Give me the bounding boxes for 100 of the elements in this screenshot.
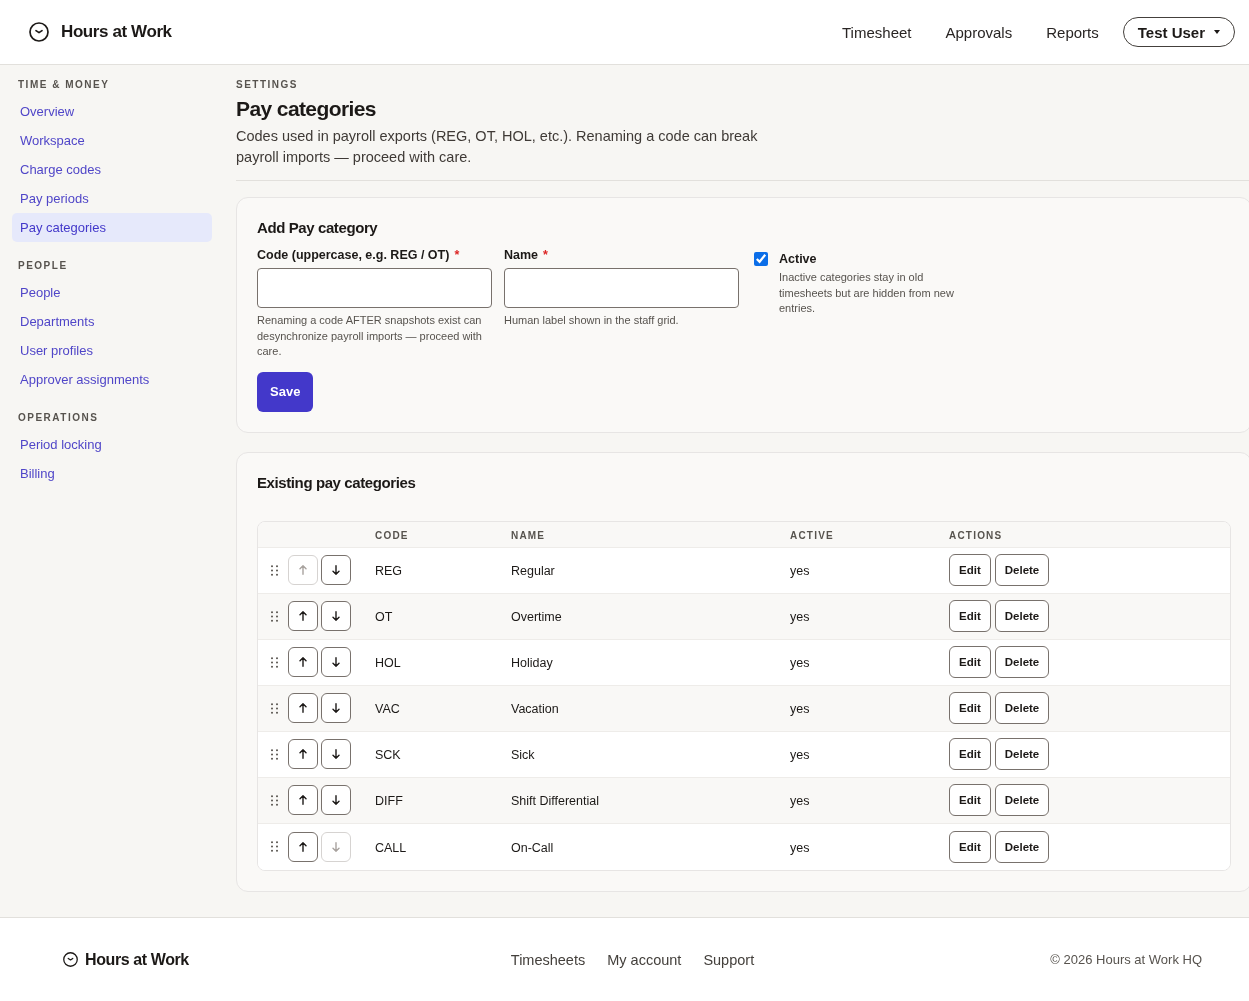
edit-button[interactable]: Edit [949,830,991,863]
arrow-down-icon [332,703,340,713]
arrow-up-icon [299,611,307,621]
sidebar-item[interactable]: Period locking [12,430,212,459]
column-header: ACTIONS [949,530,1003,541]
name-cell: Regular [511,564,555,578]
active-cell: yes [790,656,810,670]
sidebar-heading: OPERATIONS [17,411,100,425]
sidebar-item[interactable]: Billing [12,459,212,488]
active-cell: yes [790,564,810,578]
column-header: ACTIVE [790,530,834,541]
required-asterisk: * [454,248,460,262]
footer-link[interactable]: Support [703,951,755,968]
arrow-up-icon [299,703,307,713]
nav-link[interactable]: Timesheet [842,23,912,41]
delete-button[interactable]: Delete [994,784,1050,816]
input-field[interactable] [504,268,739,308]
drag-handle-icon[interactable] [271,748,278,760]
field-label: Code (uppercase, e.g. REG / OT) [257,248,450,262]
arrow-down-icon [332,749,340,759]
field-label: Name [504,248,539,262]
delete-button[interactable]: Delete [994,830,1050,863]
footer-link[interactable]: Timesheets [510,951,586,968]
drag-handle-icon[interactable] [271,794,278,806]
active-cell: yes [790,610,810,624]
edit-button[interactable]: Edit [949,784,991,816]
active-cell: yes [790,748,810,762]
move-up-button[interactable] [288,739,318,769]
sidebar-item[interactable]: Overview [12,97,212,126]
edit-button[interactable]: Edit [949,554,991,586]
move-up-button[interactable] [288,601,318,631]
delete-button[interactable]: Delete [994,738,1050,770]
sidebar-item[interactable]: Charge codes [12,155,212,184]
move-up-button[interactable] [288,785,318,815]
drag-handle-icon[interactable] [271,610,278,622]
sidebar-item[interactable]: Approver assignments [12,365,212,394]
breadcrumb-label: SETTINGS [236,78,299,92]
edit-button[interactable]: Edit [949,692,991,724]
field-hint: Renaming a code AFTER snapshots exist can desynchronize payroll imports — proceed with care. [257,313,483,359]
active-checkbox[interactable] [754,252,768,266]
name-cell: On-Call [511,840,554,855]
card-title: Add Pay category [257,218,379,238]
edit-button[interactable]: Edit [949,600,991,632]
nav-link[interactable]: Approvals [945,23,1013,41]
page-title: Pay categories [236,96,377,122]
move-down-button[interactable] [321,647,351,677]
edit-button[interactable]: Edit [949,646,991,678]
sidebar-item[interactable]: User profiles [12,336,212,365]
arrow-down-icon [332,657,340,667]
move-up-button[interactable] [288,647,318,677]
code-cell: CALL [375,840,407,855]
active-cell: yes [790,794,810,808]
column-header: NAME [511,530,546,541]
delete-button[interactable]: Delete [994,554,1050,586]
save-button[interactable]: Save [257,371,314,412]
delete-button[interactable]: Delete [994,646,1050,678]
caret-icon [1214,30,1220,34]
footer-link[interactable]: My account [607,951,682,968]
nav-link[interactable]: Reports [1046,23,1099,41]
brand-name: Hours at Work [85,950,189,969]
drag-handle-icon[interactable] [271,564,278,576]
input-field[interactable] [257,268,492,308]
card-title: Existing pay categories [257,472,417,493]
clock-icon [29,22,49,42]
delete-button[interactable]: Delete [994,692,1050,724]
arrow-up-icon [299,657,307,667]
field-hint: Inactive categories stay in old timesheets but are hidden from new entries. [779,270,955,316]
move-down-button[interactable] [321,785,351,815]
active-cell: yes [790,702,810,716]
name-cell: Vacation [511,702,559,716]
move-down-button[interactable] [321,555,351,585]
sidebar-item[interactable]: Workspace [12,126,212,155]
move-down-button[interactable] [321,601,351,631]
move-up-button[interactable] [288,693,318,723]
code-cell: SCK [375,748,401,762]
delete-button[interactable]: Delete [994,600,1050,632]
sidebar-heading: PEOPLE [17,259,69,273]
drag-handle-icon[interactable] [271,702,278,714]
column-header: CODE [375,530,409,541]
move-up-button[interactable] [288,831,318,862]
arrow-down-icon [332,611,340,621]
edit-button[interactable]: Edit [949,738,991,770]
name-cell: Sick [511,748,535,762]
move-down-button[interactable] [321,693,351,723]
arrow-up-icon [299,795,307,805]
move-down-button[interactable] [321,739,351,769]
drag-handle-icon[interactable] [271,841,278,852]
sidebar-item[interactable]: Pay categories [12,213,212,242]
sidebar-item[interactable]: Departments [12,307,212,336]
name-cell: Holiday [511,656,553,670]
code-cell: REG [375,564,403,578]
name-cell: Overtime [511,610,562,624]
drag-handle-icon[interactable] [271,656,278,668]
arrow-up-icon [299,841,307,852]
code-cell: OT [375,610,393,624]
arrow-up-icon [299,565,307,575]
sidebar-item[interactable]: People [12,278,212,307]
arrow-down-icon [332,565,340,575]
user-menu-button[interactable]: Test User [1122,17,1235,47]
sidebar-item[interactable]: Pay periods [12,184,212,213]
